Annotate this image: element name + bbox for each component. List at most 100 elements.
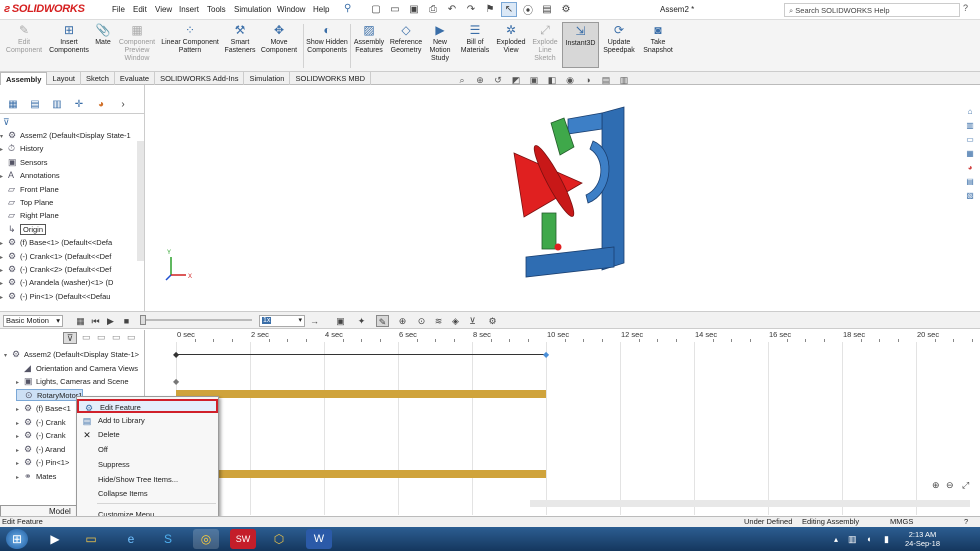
- appearances-icon[interactable]: ◕: [962, 162, 978, 174]
- tree-item[interactable]: ▸ ⏱ History: [0, 142, 43, 155]
- undo-icon[interactable]: ↶: [444, 2, 460, 17]
- key-point-lights[interactable]: ◆: [173, 377, 179, 386]
- solidworks-resources-icon[interactable]: ⌂: [962, 106, 978, 118]
- redo-icon[interactable]: ↷: [463, 2, 479, 17]
- skype-icon[interactable]: S: [155, 529, 181, 549]
- motion-study-properties-icon[interactable]: ⚙: [486, 315, 499, 327]
- solidworks-taskbar-icon[interactable]: SW: [230, 529, 256, 549]
- contact-icon[interactable]: ◈: [449, 315, 462, 327]
- solidworks-logo[interactable]: ƨ SOLIDWORKS: [4, 3, 85, 17]
- internet-explorer-icon[interactable]: e: [118, 529, 144, 549]
- motion-tree-item[interactable]: ▸ ⚙ (-) Crank: [16, 429, 66, 442]
- move-component-button[interactable]: ✥ Move Component: [258, 23, 300, 55]
- menu-view[interactable]: View: [155, 5, 172, 14]
- help-dropdown-icon[interactable]: ?: [963, 3, 968, 13]
- menu-edit[interactable]: Edit: [133, 5, 147, 14]
- motion-tree-item[interactable]: ▸ ⚙ (f) Base<1: [16, 402, 71, 415]
- new-document-icon[interactable]: ▢: [368, 2, 384, 17]
- tree-item[interactable]: ▸ ⚙ (-) Crank<1> (Default<<Def: [0, 250, 111, 263]
- playback-slider[interactable]: [142, 319, 252, 321]
- play-icon[interactable]: ▶: [104, 315, 117, 327]
- custom-properties-icon[interactable]: ▤: [962, 176, 978, 188]
- rotary-motor-bar[interactable]: [176, 390, 546, 398]
- tree-scrollbar[interactable]: [137, 141, 144, 261]
- bill-of-materials-button[interactable]: ☰ Bill of Materials: [458, 23, 492, 55]
- motion-timeline[interactable]: 0 sec 2 sec 4 sec 6 sec 8 sec 10 sec 12 sec 14 …: [170, 330, 980, 515]
- tab-layout[interactable]: Layout: [47, 72, 81, 85]
- tree-expander-icon[interactable]: ▾: [4, 350, 12, 363]
- filter-animated-icon[interactable]: ▭: [82, 332, 91, 343]
- motion-tree-item[interactable]: ◢ Orientation and Camera Views: [16, 362, 138, 375]
- assembly-model[interactable]: Y X: [146, 85, 961, 311]
- filter-icon[interactable]: ⊽: [63, 332, 77, 344]
- tab-assembly[interactable]: Assembly: [0, 72, 48, 85]
- menu-item-hide-show-tree-items[interactable]: Hide/Show Tree Items...: [77, 473, 218, 487]
- menu-tools[interactable]: Tools: [207, 5, 226, 14]
- key-point-start[interactable]: ◆: [173, 350, 179, 359]
- component-preview-window-button[interactable]: ▦ Component Preview Window: [116, 23, 158, 63]
- motion-tree-item[interactable]: ▸ ▣ Lights, Cameras and Scene: [16, 375, 129, 388]
- tab-solidworks-mbd[interactable]: SOLIDWORKS MBD: [290, 72, 372, 85]
- file-explorer-taskbar-icon[interactable]: ▭: [78, 529, 104, 549]
- tree-item[interactable]: ▸ ⚙ (-) Crank<2> (Default<<Def: [0, 263, 111, 276]
- tree-item[interactable]: ▸ ⚙ (-) Pin<1> (Default<<Defau: [0, 290, 110, 303]
- chrome-icon[interactable]: ◎: [193, 529, 219, 549]
- tree-item[interactable]: ▱ Right Plane: [0, 209, 59, 222]
- display-manager-icon[interactable]: ◕: [92, 98, 110, 112]
- mate-button[interactable]: 📎 Mate: [92, 23, 114, 47]
- tree-item[interactable]: ▣ Sensors: [0, 156, 48, 169]
- feature-manager-tree-icon[interactable]: ▦: [4, 98, 22, 112]
- menu-simulation[interactable]: Simulation: [234, 5, 271, 14]
- word-icon[interactable]: W: [306, 529, 332, 549]
- traffic-light-icon[interactable]: ⦿: [520, 2, 536, 17]
- take-snapshot-button[interactable]: ◙ Take Snapshot: [640, 23, 676, 55]
- configuration-manager-icon[interactable]: ▥: [48, 98, 66, 112]
- dimxpert-icon[interactable]: ✛: [70, 98, 88, 112]
- save-icon[interactable]: ▣: [406, 2, 422, 17]
- play-from-start-icon[interactable]: ⏮: [89, 315, 102, 327]
- panel-expand-arrow-icon[interactable]: ›: [114, 98, 132, 112]
- open-folder-icon[interactable]: ▭: [387, 2, 403, 17]
- menu-item-suppress[interactable]: Suppress: [77, 458, 218, 472]
- options-gear-icon[interactable]: ⚙: [558, 2, 574, 17]
- new-motion-study-button[interactable]: ▶ New Motion Study: [426, 23, 454, 63]
- rebuild-icon[interactable]: ⚑: [482, 2, 498, 17]
- solidworks-tool-icon[interactable]: ⬡: [266, 529, 292, 549]
- timeline-scrollbar[interactable]: [530, 500, 970, 507]
- tab-evaluate[interactable]: Evaluate: [115, 72, 156, 85]
- media-player-icon[interactable]: ▶: [42, 529, 68, 549]
- playback-slider-handle[interactable]: [140, 315, 146, 325]
- filter-results-icon[interactable]: ▭: [127, 332, 136, 343]
- insert-components-button[interactable]: ⊞ Insert Components: [47, 23, 91, 55]
- playback-speed-dropdown[interactable]: 1x ▾: [259, 315, 305, 327]
- playback-mode-icon[interactable]: →: [308, 315, 321, 327]
- gravity-icon[interactable]: ⊻: [466, 315, 479, 327]
- tree-expander-icon[interactable]: ▸: [0, 292, 8, 305]
- update-speedpak-button[interactable]: ⟳ Update Speedpak: [602, 23, 636, 55]
- tree-item[interactable]: ▸ ⚙ (f) Base<1> (Default<<Defa: [0, 236, 112, 249]
- motion-tree-item[interactable]: ▸ ⚙ (-) Pin<1>: [16, 456, 69, 469]
- print-icon[interactable]: ⎙: [425, 2, 441, 17]
- network-icon[interactable]: ▥: [848, 534, 857, 545]
- smart-fasteners-button[interactable]: ⚒ Smart Fasteners: [224, 23, 256, 55]
- stop-icon[interactable]: ■: [120, 315, 133, 327]
- view-palette-icon[interactable]: ▦: [962, 148, 978, 160]
- tree-expander-icon[interactable]: ▸: [16, 472, 24, 485]
- menu-file[interactable]: File: [112, 5, 125, 14]
- file-properties-icon[interactable]: ▤: [539, 2, 555, 17]
- menu-item-delete[interactable]: ✕ Delete: [77, 428, 218, 442]
- units-selector[interactable]: MMGS: [890, 517, 913, 527]
- system-clock[interactable]: 2:13 AM 24-Sep-18: [905, 530, 940, 548]
- menu-item-edit-feature[interactable]: ⚙ Edit Feature: [77, 399, 218, 413]
- pin-icon[interactable]: ⚲: [344, 3, 351, 14]
- filter-driving-icon[interactable]: ▭: [97, 332, 106, 343]
- tab-solidworks-add-ins[interactable]: SOLIDWORKS Add-Ins: [155, 72, 245, 85]
- menu-window[interactable]: Window: [277, 5, 305, 14]
- tree-item[interactable]: ▸ ⚙ (-) Arandela (washer)<1> (D: [0, 276, 113, 289]
- search-help-input[interactable]: ⌕ Search SOLIDWORKS Help: [784, 3, 960, 17]
- menu-help[interactable]: Help: [313, 5, 329, 14]
- tab-sketch[interactable]: Sketch: [81, 72, 115, 85]
- start-button-icon[interactable]: ⊞: [6, 529, 28, 549]
- tree-item[interactable]: ▸ A Annotations: [0, 169, 60, 182]
- volume-icon[interactable]: ◖: [866, 534, 871, 544]
